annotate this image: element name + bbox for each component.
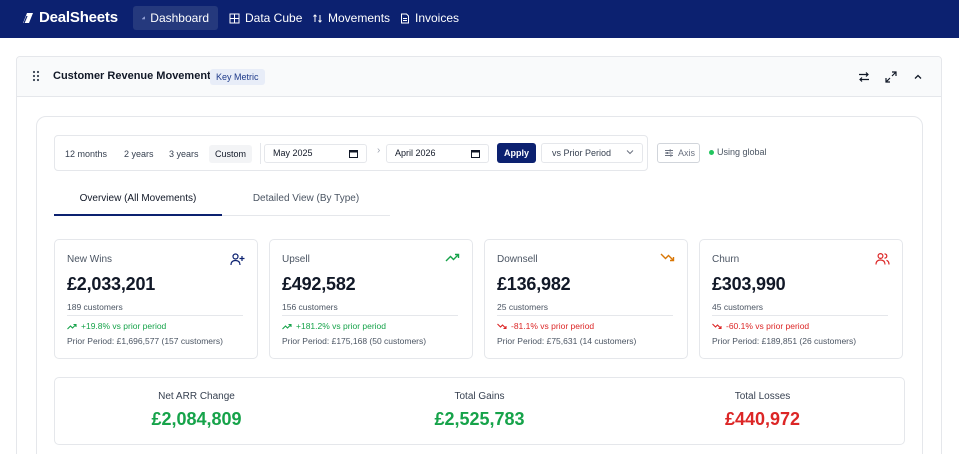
card-prior-period: Prior Period: £175,168 (50 customers) bbox=[282, 336, 427, 346]
card-prior-period: Prior Period: £75,631 (14 customers) bbox=[497, 336, 637, 346]
chevron-up-icon[interactable] bbox=[911, 70, 925, 84]
global-status-text: Using global bbox=[717, 147, 767, 157]
trending-down-icon bbox=[660, 253, 675, 262]
up-down-arrows-icon bbox=[313, 13, 322, 23]
card-upsell: Upsell £492,582 156 customers +181.2% vs… bbox=[269, 239, 473, 359]
top-nav: DealSheets Dashboard Data Cube Movements… bbox=[0, 0, 959, 38]
card-customers: 189 customers bbox=[67, 302, 123, 312]
summary-value: £2,084,809 bbox=[151, 409, 242, 429]
range-2-years[interactable]: 2 years bbox=[120, 145, 158, 163]
trending-down-icon bbox=[497, 323, 507, 329]
apply-button[interactable]: Apply bbox=[497, 143, 536, 163]
nav-data-cube[interactable]: Data Cube bbox=[220, 6, 311, 30]
summary-value: £2,525,783 bbox=[434, 409, 525, 429]
metrics-container: 12 months 2 years 3 years Custom May 202… bbox=[36, 116, 923, 454]
card-label: Churn bbox=[712, 254, 740, 265]
card-change: -60.1% vs prior period bbox=[712, 321, 809, 331]
trending-up-icon bbox=[282, 323, 292, 329]
brand-logo[interactable]: DealSheets bbox=[21, 9, 118, 26]
tab-detailed-view[interactable]: Detailed View (By Type) bbox=[222, 193, 390, 217]
user-plus-icon bbox=[230, 253, 245, 266]
calendar-icon[interactable] bbox=[349, 149, 358, 158]
card-new-wins: New Wins £2,033,201 189 customers +19.8%… bbox=[54, 239, 258, 359]
card-label: Upsell bbox=[282, 254, 310, 265]
card-change: +181.2% vs prior period bbox=[282, 321, 386, 331]
card-value: £492,582 bbox=[282, 274, 356, 294]
panel-header: Customer Revenue Movements Key Metric bbox=[17, 57, 941, 97]
key-metric-badge: Key Metric bbox=[210, 69, 265, 85]
card-divider bbox=[497, 315, 673, 316]
trending-down-icon bbox=[712, 323, 722, 329]
sliders-icon bbox=[665, 149, 673, 157]
active-tab-indicator bbox=[54, 214, 222, 216]
card-churn: Churn £303,990 45 customers -60.1% vs pr… bbox=[699, 239, 903, 359]
axis-button[interactable]: Axis bbox=[657, 143, 700, 163]
divider bbox=[260, 143, 261, 164]
compare-select[interactable]: vs Prior Period bbox=[541, 143, 643, 163]
bar-chart-icon bbox=[142, 16, 145, 20]
panel-title: Customer Revenue Movements bbox=[53, 70, 217, 82]
summary-label: Total Losses bbox=[734, 391, 791, 402]
card-downsell: Downsell £136,982 25 customers -81.1% vs… bbox=[484, 239, 688, 359]
trending-up-icon bbox=[67, 323, 77, 329]
brand-name: DealSheets bbox=[39, 9, 118, 26]
card-customers: 156 customers bbox=[282, 302, 338, 312]
card-change: +19.8% vs prior period bbox=[67, 321, 166, 331]
swap-icon[interactable] bbox=[857, 70, 871, 84]
card-label: Downsell bbox=[497, 254, 538, 265]
range-3-years[interactable]: 3 years bbox=[165, 145, 203, 163]
summary-bar: Net ARR Change £2,084,809 Total Gains £2… bbox=[54, 377, 905, 445]
document-icon bbox=[401, 13, 409, 23]
end-date-input[interactable]: April 2026 bbox=[386, 144, 489, 163]
expand-icon[interactable] bbox=[884, 70, 898, 84]
card-divider bbox=[67, 315, 243, 316]
grid-icon bbox=[229, 13, 240, 23]
card-divider bbox=[712, 315, 888, 316]
chevron-down-icon bbox=[626, 150, 634, 155]
calendar-icon[interactable] bbox=[471, 149, 480, 158]
nav-movements[interactable]: Movements bbox=[303, 6, 399, 30]
drag-handle-icon[interactable] bbox=[32, 70, 40, 82]
range-12-months[interactable]: 12 months bbox=[61, 145, 111, 163]
users-icon bbox=[875, 252, 890, 265]
card-change: -81.1% vs prior period bbox=[497, 321, 594, 331]
logo-icon bbox=[23, 12, 33, 23]
card-customers: 25 customers bbox=[497, 302, 549, 312]
card-prior-period: Prior Period: £189,851 (26 customers) bbox=[712, 336, 857, 346]
status-dot bbox=[709, 150, 714, 155]
card-divider bbox=[282, 315, 458, 316]
start-date-input[interactable]: May 2025 bbox=[264, 144, 367, 163]
chevron-right-icon: › bbox=[377, 145, 381, 156]
nav-invoices[interactable]: Invoices bbox=[391, 6, 468, 30]
card-prior-period: Prior Period: £1,696,577 (157 customers) bbox=[67, 336, 223, 346]
card-label: New Wins bbox=[67, 254, 113, 265]
nav-dashboard[interactable]: Dashboard bbox=[133, 6, 218, 30]
filter-bar: 12 months 2 years 3 years Custom May 202… bbox=[54, 135, 648, 171]
card-value: £303,990 bbox=[712, 274, 786, 294]
card-value: £136,982 bbox=[497, 274, 571, 294]
summary-value: £440,972 bbox=[724, 409, 801, 429]
summary-label: Total Gains bbox=[454, 391, 505, 402]
revenue-movements-panel: Customer Revenue Movements Key Metric 12… bbox=[16, 56, 942, 454]
range-custom[interactable]: Custom bbox=[209, 145, 252, 163]
card-customers: 45 customers bbox=[712, 302, 764, 312]
trending-up-icon bbox=[445, 253, 460, 262]
card-value: £2,033,201 bbox=[67, 274, 156, 294]
summary-label: Net ARR Change bbox=[158, 391, 235, 402]
